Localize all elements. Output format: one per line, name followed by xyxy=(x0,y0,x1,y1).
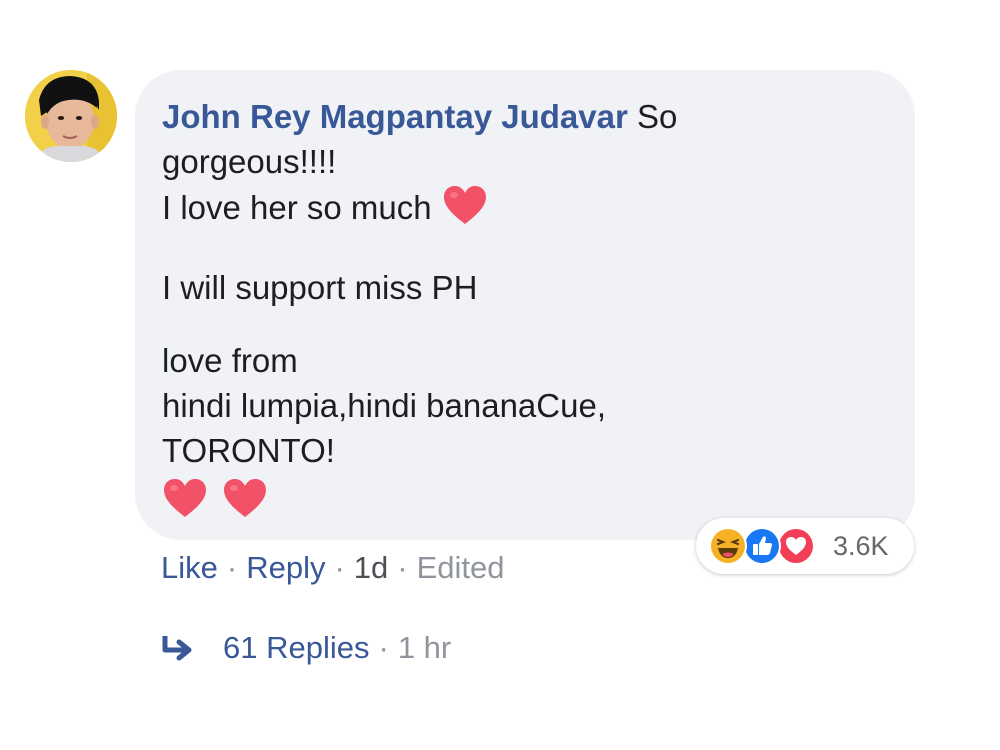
separator: · xyxy=(397,550,408,585)
like-button[interactable]: Like xyxy=(161,550,218,585)
like-icon xyxy=(742,526,782,571)
comment-actions: Like · Reply · 1d · Edited xyxy=(161,546,505,590)
author-name-link[interactable]: John Rey Magpantay Judavar xyxy=(162,98,628,135)
comment-text-hindi: hindi lumpia,hindi bananaCue, xyxy=(162,387,606,424)
comment-text-line: gorgeous!!!! xyxy=(162,143,337,180)
haha-icon xyxy=(708,526,748,571)
separator: · xyxy=(226,550,238,585)
comment-bubble: John Rey Magpantay Judavar So gorgeous!!… xyxy=(135,70,915,540)
comment-text-support: I will support miss PH xyxy=(162,269,478,306)
reactions-summary[interactable]: 3.6K xyxy=(696,518,914,574)
comment-text-line-love: I love her so much xyxy=(162,184,889,237)
view-replies: 61 Replies · 1 hr xyxy=(161,626,451,674)
comment-text-toronto: TORONTO! xyxy=(162,432,335,469)
separator: · xyxy=(378,630,389,665)
edited-label[interactable]: Edited xyxy=(417,550,505,585)
reaction-count: 3.6K xyxy=(833,531,889,561)
comment-text-start: So xyxy=(636,98,678,135)
replies-timestamp: 1 hr xyxy=(397,630,452,665)
comment-text-love-from: love from xyxy=(162,342,298,379)
avatar[interactable] xyxy=(25,70,117,162)
heart-emoji-icon xyxy=(162,477,208,530)
comment-text-love: I love her so much xyxy=(162,189,432,226)
heart-emoji-icon xyxy=(442,184,488,237)
comment-first-line: John Rey Magpantay Judavar So xyxy=(162,94,889,139)
view-replies-link[interactable]: 61 Replies xyxy=(223,630,369,665)
comment-timestamp[interactable]: 1d xyxy=(354,550,388,585)
avatar-photo xyxy=(25,70,117,162)
love-icon xyxy=(776,526,816,571)
reply-arrow-icon xyxy=(161,630,195,674)
reply-button[interactable]: Reply xyxy=(246,550,325,585)
heart-emoji-icon xyxy=(222,477,268,530)
separator: · xyxy=(334,550,345,585)
comment-thread: John Rey Magpantay Judavar So gorgeous!!… xyxy=(0,0,1000,750)
